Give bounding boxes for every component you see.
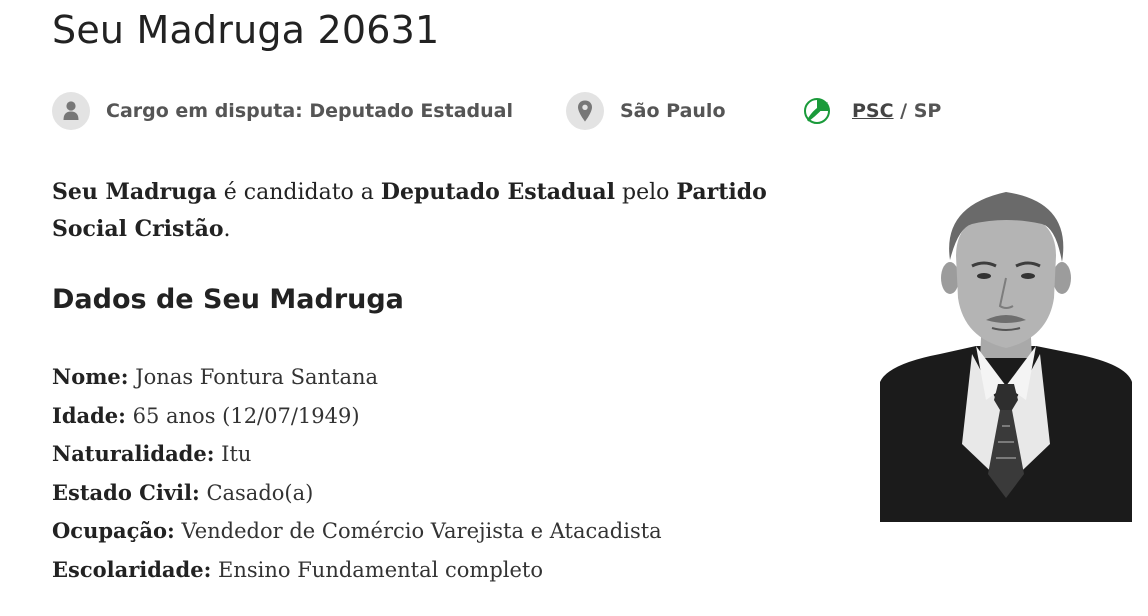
detail-escolaridade: Escolaridade: Ensino Fundamental complet… xyxy=(52,551,662,590)
intro-text-2: pelo xyxy=(615,180,677,205)
detail-label: Ocupação: xyxy=(52,518,175,544)
intro-end: . xyxy=(223,217,231,242)
details-list: Nome: Jonas Fontura Santana Idade: 65 an… xyxy=(52,358,662,590)
section-title: Dados de Seu Madruga xyxy=(52,284,404,315)
party-link[interactable]: PSC xyxy=(852,100,894,122)
candidate-intro: Seu Madruga é candidato a Deputado Estad… xyxy=(52,174,812,248)
candidate-photo xyxy=(880,186,1132,522)
detail-ocupacao: Ocupação: Vendedor de Comércio Varejista… xyxy=(52,512,662,551)
location-info: São Paulo xyxy=(566,92,726,130)
intro-text-1: é candidato a xyxy=(216,180,381,205)
party-separator: / xyxy=(893,100,914,122)
detail-label: Idade: xyxy=(52,402,126,428)
detail-value: Itu xyxy=(221,442,252,467)
detail-value: Jonas Fontura Santana xyxy=(135,365,379,389)
detail-nome: Nome: Jonas Fontura Santana xyxy=(52,358,662,397)
intro-office: Deputado Estadual xyxy=(380,179,616,205)
detail-label: Estado Civil: xyxy=(52,479,200,505)
page-title: Seu Madruga 20631 xyxy=(52,8,440,52)
detail-value: Vendedor de Comércio Varejista e Atacadi… xyxy=(181,519,662,544)
detail-label: Naturalidade: xyxy=(52,441,215,467)
map-pin-icon xyxy=(566,92,604,130)
detail-value: 65 anos (12/07/1949) xyxy=(132,403,360,428)
intro-name: Seu Madruga xyxy=(52,179,217,205)
cargo-info: Cargo em disputa: Deputado Estadual xyxy=(52,92,513,130)
party-logo-icon xyxy=(804,98,830,124)
party-info: PSC / SP xyxy=(804,92,941,130)
detail-estado-civil: Estado Civil: Casado(a) xyxy=(52,474,662,513)
detail-label: Escolaridade: xyxy=(52,556,212,582)
cargo-text: Cargo em disputa: Deputado Estadual xyxy=(106,100,513,122)
person-icon xyxy=(52,92,90,130)
party-state: SP xyxy=(913,100,942,122)
detail-value: Casado(a) xyxy=(206,480,314,505)
location-text: São Paulo xyxy=(620,100,726,122)
detail-naturalidade: Naturalidade: Itu xyxy=(52,435,662,474)
detail-value: Ensino Fundamental completo xyxy=(218,557,544,582)
detail-idade: Idade: 65 anos (12/07/1949) xyxy=(52,397,662,436)
detail-label: Nome: xyxy=(52,364,129,389)
